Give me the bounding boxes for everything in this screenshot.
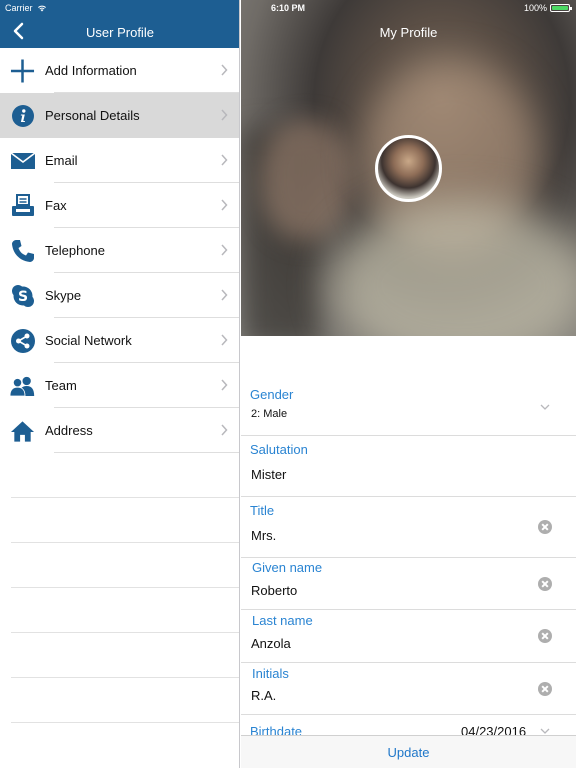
last-name-label: Last name: [252, 613, 313, 628]
menu-item-label: Fax: [45, 198, 67, 213]
skype-icon: S: [10, 283, 35, 308]
clear-initials-button[interactable]: [538, 682, 552, 696]
salutation-label: Salutation: [250, 442, 308, 457]
clear-title-button[interactable]: [538, 520, 552, 534]
birthdate-field[interactable]: Birthdate 04/23/2016: [241, 715, 576, 735]
share-icon: [10, 328, 35, 353]
menu-item-team[interactable]: Team: [0, 363, 239, 408]
empty-rows: [0, 453, 239, 723]
status-time: 6:10 PM: [270, 3, 305, 13]
menu-item-label: Social Network: [45, 333, 132, 348]
menu-item-label: Personal Details: [45, 108, 140, 123]
menu-item-skype[interactable]: S Skype: [0, 273, 239, 318]
battery-percent: 100%: [523, 3, 547, 13]
chevron-right-icon: [221, 109, 228, 121]
title-field[interactable]: Title Mrs.: [241, 497, 576, 558]
menu-item-social-network[interactable]: Social Network: [0, 318, 239, 363]
plus-icon: [10, 58, 35, 83]
menu-item-email[interactable]: Email: [0, 138, 239, 183]
menu-item-telephone[interactable]: Telephone: [0, 228, 239, 273]
given-name-field[interactable]: Given name Roberto: [241, 558, 576, 610]
initials-label: Initials: [252, 666, 289, 681]
menu-item-address[interactable]: Address: [0, 408, 239, 453]
clear-given-name-button[interactable]: [538, 577, 552, 591]
info-icon: [10, 103, 35, 128]
svg-text:S: S: [17, 289, 27, 305]
profile-header-photo: My Profile: [241, 0, 576, 336]
salutation-value: Mister: [251, 467, 287, 482]
menu-item-fax[interactable]: Fax: [0, 183, 239, 228]
left-pane: User Profile Add Information Personal De…: [0, 0, 240, 768]
menu-item-label: Team: [45, 378, 77, 393]
menu-item-label: Address: [45, 423, 93, 438]
title-value: Mrs.: [251, 528, 277, 543]
empty-row: [0, 498, 239, 543]
gender-label: Gender: [250, 387, 294, 402]
gender-value: 2: Male: [251, 408, 288, 420]
menu-item-label: Telephone: [45, 243, 105, 258]
birthdate-label: Birthdate: [250, 724, 303, 735]
last-name-value: Anzola: [251, 636, 291, 651]
title-label: Title: [250, 503, 275, 518]
bottom-toolbar: Update: [241, 735, 576, 768]
empty-row: [0, 633, 239, 678]
initials-value: R.A.: [251, 688, 277, 703]
initials-field[interactable]: Initials R.A.: [241, 663, 576, 715]
home-icon: [10, 418, 35, 443]
clear-last-name-button[interactable]: [538, 629, 552, 643]
chevron-right-icon: [221, 334, 228, 346]
phone-icon: [10, 238, 35, 263]
battery-group: 100%: [523, 3, 572, 13]
chevron-right-icon: [221, 64, 228, 76]
empty-row: [0, 453, 239, 498]
right-pane: My Profile Gender 2: Male Salutation Mis…: [241, 0, 576, 768]
avatar[interactable]: [375, 135, 442, 202]
chevron-right-icon: [221, 424, 228, 436]
team-icon: [10, 373, 35, 398]
empty-row: [0, 588, 239, 633]
menu-item-label: Email: [45, 153, 78, 168]
gender-field[interactable]: Gender 2: Male: [241, 384, 576, 436]
salutation-field[interactable]: Salutation Mister: [241, 436, 576, 497]
chevron-right-icon: [221, 379, 228, 391]
menu-item-add-information[interactable]: Add Information: [0, 48, 239, 93]
empty-row: [0, 678, 239, 723]
last-name-field[interactable]: Last name Anzola: [241, 610, 576, 663]
menu-item-personal-details[interactable]: Personal Details: [0, 93, 239, 138]
empty-row: [0, 543, 239, 588]
given-name-value: Roberto: [251, 583, 298, 598]
menu-item-label: Skype: [45, 288, 82, 303]
chevron-down-icon: [540, 728, 550, 734]
left-nav-title: User Profile: [86, 25, 154, 40]
update-button[interactable]: Update: [241, 745, 576, 760]
given-name-label: Given name: [252, 560, 323, 575]
chevron-right-icon: [221, 199, 228, 211]
fax-icon: [10, 193, 35, 218]
right-nav-title: My Profile: [379, 25, 438, 40]
menu-list: Add Information Personal Details Email F…: [0, 48, 239, 453]
status-bar: Carrier 6:10 PM 100%: [0, 0, 576, 16]
chevron-right-icon: [221, 154, 228, 166]
chevron-down-icon: [540, 404, 550, 410]
envelope-icon: [10, 148, 35, 173]
chevron-right-icon: [221, 289, 228, 301]
chevron-right-icon: [221, 244, 228, 256]
menu-item-label: Add Information: [45, 63, 137, 78]
battery-icon: [550, 4, 572, 12]
birthdate-value: 04/23/2016: [461, 724, 527, 735]
